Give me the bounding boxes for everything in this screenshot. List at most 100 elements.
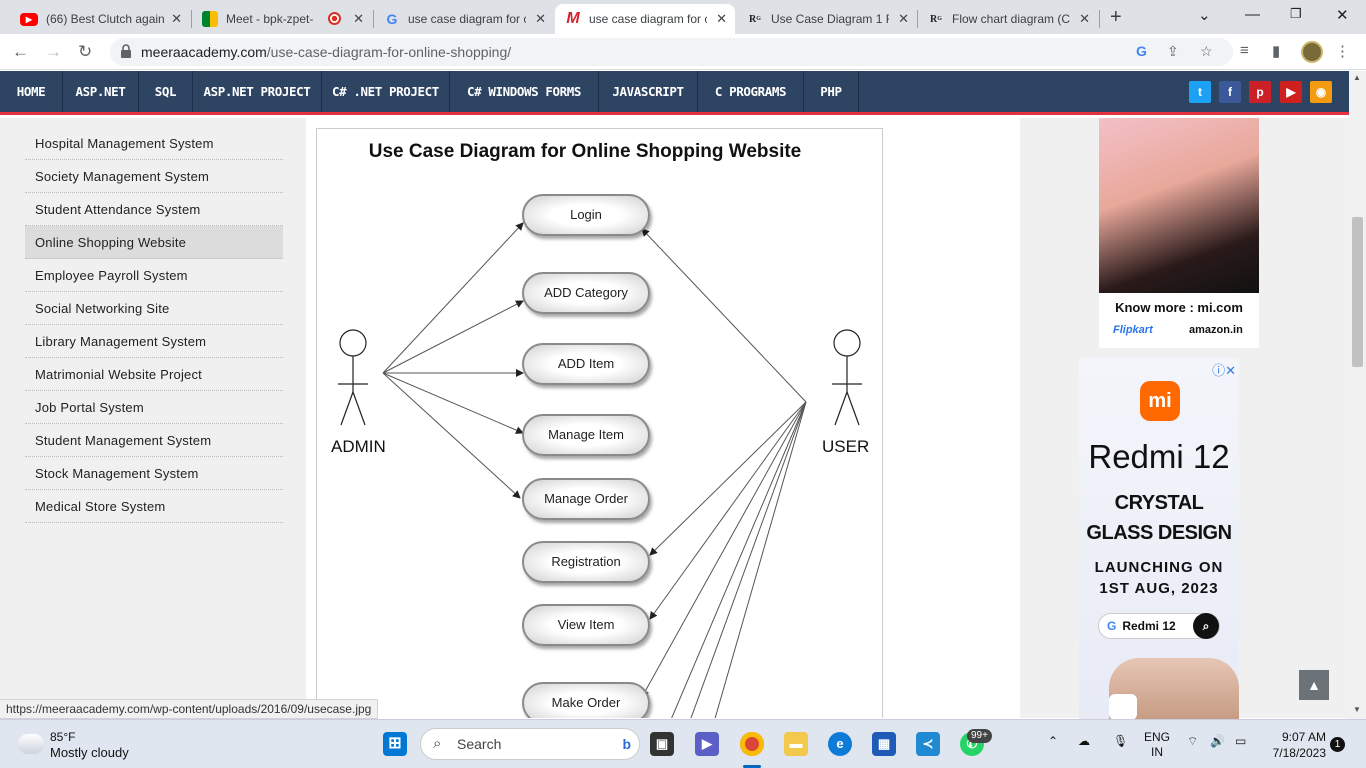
tab-meet[interactable]: Meet - bpk-zpet-a ✕ [192, 4, 372, 34]
redmi-ad-banner[interactable]: ⓘ✕ mi Redmi 12 CRYSTAL GLASS DESIGN LAUNC… [1079, 358, 1239, 720]
sidebar-item-student-management[interactable]: Student Management System [25, 424, 283, 457]
tab-researchgate-1[interactable]: RG Use Case Diagram 1 F ✕ [737, 4, 917, 34]
taskbar-search[interactable]: ⌕ Search b [420, 728, 640, 760]
nav-javascript[interactable]: JAVASCRIPT [599, 71, 698, 112]
mi-ad-banner[interactable]: Know more : mi.com Flipkart amazon.in [1099, 118, 1259, 348]
side-panel-icon[interactable]: ▮ [1272, 42, 1280, 60]
ad-launch-line2: 1ST AUG, 2023 [1099, 580, 1219, 597]
store-icon[interactable]: ▦ [872, 732, 896, 756]
ad-tagline: Know more : mi.com [1115, 300, 1243, 315]
weather-widget[interactable]: 85°F Mostly cloudy [18, 730, 129, 760]
google-translate-icon[interactable]: G [1136, 43, 1147, 59]
use-case-diagram-image[interactable]: Use Case Diagram for Online Shopping Web… [316, 128, 883, 718]
sidebar-item-hospital[interactable]: Hospital Management System [25, 127, 283, 160]
nav-csharp-winforms[interactable]: C# WINDOWS FORMS [450, 71, 599, 112]
nav-c-programs[interactable]: C PROGRAMS [698, 71, 804, 112]
profile-avatar[interactable] [1301, 41, 1323, 63]
menu-icon[interactable]: ⋮ [1335, 42, 1350, 60]
notification-badge[interactable]: 1 [1330, 737, 1345, 752]
close-icon[interactable]: ✕ [535, 11, 546, 27]
sidebar-item-medical-store[interactable]: Medical Store System [25, 490, 283, 523]
chrome-icon[interactable] [740, 732, 764, 756]
sidebar-item-society[interactable]: Society Management System [25, 160, 283, 193]
onedrive-icon[interactable]: ☁ [1078, 734, 1090, 748]
restore-button[interactable]: ❐ [1290, 6, 1302, 22]
forward-icon[interactable]: → [45, 42, 62, 62]
link-status-bar: https://meeraacademy.com/wp-content/uplo… [0, 699, 379, 719]
phone-camera-image [1109, 694, 1137, 720]
language-indicator[interactable]: ENG IN [1144, 730, 1170, 760]
taskbar-clock[interactable]: 9:07 AM 7/18/2023 [1266, 729, 1326, 761]
new-tab-button[interactable]: + [1110, 6, 1122, 29]
tab-youtube[interactable]: ▶ (66) Best Clutch agains ✕ [10, 4, 190, 34]
edge-icon[interactable]: e [828, 732, 852, 756]
address-bar[interactable]: meeraacademy.com/use-case-diagram-for-on… [110, 38, 1233, 66]
minimize-button[interactable]: — [1245, 6, 1260, 23]
ad-launch-info: LAUNCHING ON 1ST AUG, 2023 [1079, 557, 1239, 599]
rss-icon[interactable]: ◉ [1310, 81, 1332, 103]
ad-launch-line1: LAUNCHING ON [1094, 559, 1224, 576]
tab-researchgate-2[interactable]: RG Flow chart diagram (C ✕ [918, 4, 1098, 34]
battery-icon[interactable]: ▭ [1235, 734, 1246, 748]
sidebar-item-matrimonial[interactable]: Matrimonial Website Project [25, 358, 283, 391]
whatsapp-badge: 99+ [967, 729, 992, 743]
sidebar-item-social-networking[interactable]: Social Networking Site [25, 292, 283, 325]
scroll-up-icon[interactable]: ▲ [1353, 73, 1361, 82]
rg-icon: RG [930, 13, 942, 25]
nav-home[interactable]: HOME [0, 71, 63, 112]
close-icon[interactable]: ✕ [898, 11, 909, 27]
facebook-icon[interactable]: f [1219, 81, 1241, 103]
nav-php[interactable]: PHP [804, 71, 859, 112]
tab-google-search[interactable]: G use case diagram for c ✕ [374, 4, 554, 34]
tab-search-icon[interactable]: ⌄ [1198, 6, 1211, 24]
reload-icon[interactable]: ↻ [78, 42, 92, 62]
page-scrollbar[interactable]: ▲ ▼ [1349, 71, 1366, 719]
volume-icon[interactable]: 🔊 [1210, 734, 1225, 748]
bookmark-star-icon[interactable]: ☆ [1200, 43, 1213, 60]
nav-csharp-project[interactable]: C# .NET PROJECT [322, 71, 450, 112]
reading-list-icon[interactable]: ≡ [1240, 42, 1249, 59]
scrollbar-thumb[interactable] [1352, 217, 1363, 367]
close-icon[interactable]: ✕ [716, 11, 727, 27]
scroll-down-icon[interactable]: ▼ [1353, 705, 1361, 714]
nav-aspnet-project[interactable]: ASP.NET PROJECT [193, 71, 322, 112]
sidebar-item-online-shopping[interactable]: Online Shopping Website [25, 226, 283, 259]
close-icon[interactable]: ✕ [1079, 11, 1090, 27]
ad-choices-icon[interactable]: ⓘ✕ [1212, 360, 1236, 379]
back-icon[interactable]: ← [12, 42, 29, 62]
use-case-view-item: View Item [522, 604, 650, 646]
sidebar-item-attendance[interactable]: Student Attendance System [25, 193, 283, 226]
pinterest-icon[interactable]: p [1249, 81, 1271, 103]
window-close-button[interactable]: ✕ [1336, 6, 1349, 24]
sidebar-item-library[interactable]: Library Management System [25, 325, 283, 358]
task-view-icon[interactable]: ▣ [650, 732, 674, 756]
weather-temp: 85°F [50, 730, 76, 744]
clock-time: 9:07 AM [1281, 730, 1326, 744]
nav-aspnet[interactable]: ASP.NET [63, 71, 139, 112]
sidebar-item-stock[interactable]: Stock Management System [25, 457, 283, 490]
file-explorer-icon[interactable]: ▬ [784, 732, 808, 756]
google-icon: G [386, 11, 398, 27]
microphone-icon[interactable]: 🎙 [1113, 734, 1128, 748]
scroll-to-top-button[interactable]: ▲ [1299, 670, 1329, 700]
ad-search-pill[interactable]: G Redmi 12 ⌕ [1098, 613, 1220, 639]
nav-sql[interactable]: SQL [139, 71, 193, 112]
tab-meeraacademy[interactable]: M use case diagram for c ✕ [555, 4, 735, 34]
google-g-icon: G [1107, 619, 1117, 633]
close-icon[interactable]: ✕ [171, 11, 182, 27]
vscode-icon[interactable]: ≺ [916, 732, 940, 756]
windows-start-icon[interactable]: ⊞ [383, 732, 407, 756]
sidebar-item-payroll[interactable]: Employee Payroll System [25, 259, 283, 292]
wifi-icon[interactable]: ⌔ [1187, 734, 1198, 749]
share-icon[interactable]: ⇪ [1167, 43, 1179, 60]
sidebar-item-job-portal[interactable]: Job Portal System [25, 391, 283, 424]
youtube-social-icon[interactable]: ▶ [1280, 81, 1302, 103]
use-case-login: Login [522, 194, 650, 236]
tray-overflow-icon[interactable]: ⌃ [1048, 734, 1058, 748]
ad-headline: CRYSTAL GLASS DESIGN [1079, 488, 1239, 548]
twitter-icon[interactable]: t [1189, 81, 1211, 103]
close-icon[interactable]: ✕ [353, 11, 364, 27]
rg-icon: RG [749, 13, 761, 25]
lock-icon[interactable] [120, 44, 132, 58]
teams-icon[interactable]: ▶ [695, 732, 719, 756]
